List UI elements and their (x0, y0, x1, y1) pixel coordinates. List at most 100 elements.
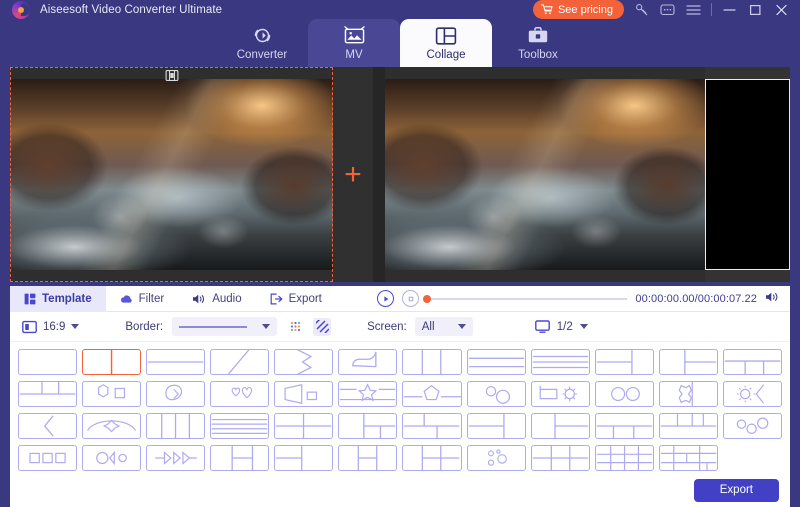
minimize-icon[interactable] (721, 1, 738, 18)
plus-icon[interactable]: + (344, 159, 362, 190)
border-pattern-button[interactable] (286, 318, 304, 336)
aspect-ratio-value: 16:9 (43, 320, 66, 333)
panel-tab-template[interactable]: Template (10, 285, 106, 312)
chevron-down-icon[interactable] (579, 324, 588, 329)
close-icon[interactable] (773, 1, 790, 18)
template-leaf-shape[interactable] (146, 381, 206, 407)
border-stripe-button[interactable] (313, 317, 332, 336)
tab-toolbox[interactable]: Toolbox (492, 19, 584, 67)
template-trapezoid-square[interactable] (274, 381, 334, 407)
cart-icon (540, 4, 553, 15)
stop-button[interactable] (402, 290, 420, 307)
collage-preview: + (10, 67, 790, 282)
panel-tab-filter[interactable]: Filter (106, 286, 179, 312)
template-grid (10, 342, 790, 471)
preview-cell-add[interactable]: + (333, 67, 373, 282)
tab-mv-label: MV (345, 49, 363, 61)
tab-mv[interactable]: MV (308, 19, 400, 67)
template-mixed-grid[interactable] (658, 445, 718, 471)
player-controls: 00:00:00.00/00:00:07.22 (377, 290, 790, 307)
template-left-big-right-stack[interactable] (594, 349, 654, 375)
template-two-hearts[interactable] (210, 381, 270, 407)
template-star-band[interactable] (338, 381, 398, 407)
panel-tab-audio[interactable]: Audio (178, 286, 255, 312)
template-triple-arrow[interactable] (146, 445, 206, 471)
see-pricing-button[interactable]: See pricing (532, 0, 624, 19)
template-top-three-split[interactable] (658, 413, 718, 439)
preview-cell-1[interactable] (10, 67, 333, 282)
template-diagonal-split[interactable] (210, 349, 270, 375)
volume-icon (766, 292, 778, 302)
monitor-icon (534, 320, 550, 333)
template-hexagon-square[interactable] (82, 381, 142, 407)
template-left-half-right-quad[interactable] (338, 413, 398, 439)
template-bottom-split-three[interactable] (722, 349, 782, 375)
tab-collage[interactable]: Collage (400, 19, 492, 67)
template-bowl-diamond[interactable] (82, 413, 142, 439)
feedback-icon[interactable] (659, 1, 676, 18)
maximize-icon[interactable] (747, 1, 764, 18)
chevron-down-icon[interactable] (71, 324, 80, 329)
template-four-row[interactable] (530, 349, 590, 375)
template-two-column[interactable] (82, 349, 142, 375)
key-icon[interactable] (633, 1, 650, 18)
timeline-track[interactable] (423, 294, 628, 303)
template-six-grid-right-pane[interactable] (338, 445, 398, 471)
panel-tab-filter-label: Filter (138, 292, 165, 305)
template-three-row[interactable] (466, 349, 526, 375)
border-style-dropdown[interactable] (172, 317, 278, 336)
panel-tab-export-label: Export (288, 292, 322, 305)
film-clip-icon[interactable] (165, 70, 178, 84)
page-control[interactable]: 1/2 (534, 320, 588, 333)
chevron-down-icon[interactable] (457, 324, 466, 329)
tab-toolbox-label: Toolbox (518, 49, 558, 61)
template-arrow-left[interactable] (18, 413, 78, 439)
template-quad-grid[interactable] (274, 413, 334, 439)
preview-cell-2[interactable] (385, 67, 705, 282)
chevron-down-icon[interactable] (262, 324, 271, 329)
template-top-left-t-split[interactable] (402, 413, 462, 439)
hamburger-menu-icon[interactable] (685, 1, 702, 18)
tab-converter[interactable]: Converter (216, 19, 308, 67)
template-two-circles[interactable] (594, 381, 654, 407)
template-six-grid-even[interactable] (530, 445, 590, 471)
template-nine-grid[interactable] (594, 445, 654, 471)
play-button[interactable] (377, 290, 395, 307)
export-button[interactable]: Export (693, 478, 779, 502)
template-four-column[interactable] (146, 413, 206, 439)
template-rounded-shape[interactable] (338, 349, 398, 375)
template-six-cell-grid[interactable] (402, 445, 462, 471)
template-two-row-right-pane[interactable] (466, 413, 526, 439)
screen-dropdown[interactable]: All (414, 317, 473, 336)
template-three-circles[interactable] (722, 413, 782, 439)
template-left-pane-right-stack[interactable] (658, 349, 718, 375)
template-pentagon-center[interactable] (402, 381, 462, 407)
template-left-split-right-pair[interactable] (210, 445, 270, 471)
preview-cell-3[interactable] (705, 67, 790, 282)
template-single-pane[interactable] (18, 349, 78, 375)
template-three-boxes[interactable] (18, 445, 78, 471)
volume-button[interactable] (765, 291, 780, 306)
template-circle-wedge-dot[interactable] (82, 445, 142, 471)
template-puzzle-piece[interactable] (658, 381, 718, 407)
template-top-split-three[interactable] (18, 381, 78, 407)
panel-tab-export[interactable]: Export (256, 286, 336, 312)
template-bottom-three-split[interactable] (594, 413, 654, 439)
timeline-playhead[interactable] (423, 294, 432, 303)
template-gear-arrow[interactable] (722, 381, 782, 407)
page-value: 1/2 (556, 320, 573, 333)
aspect-ratio-control[interactable]: 16:9 (22, 320, 80, 334)
application-window: Aiseesoft Video Converter Ultimate See p… (0, 0, 800, 507)
preview-media-2 (385, 79, 705, 270)
template-flag-gear[interactable] (530, 381, 590, 407)
template-circles-duo[interactable] (466, 381, 526, 407)
template-arrow-notch[interactable] (274, 349, 334, 375)
template-bubbles-scatter[interactable] (466, 445, 526, 471)
template-top-bottom-split[interactable] (146, 349, 206, 375)
toolbar-divider (711, 3, 712, 16)
template-left-pane-right-split[interactable] (530, 413, 590, 439)
template-right-split-column[interactable] (274, 445, 334, 471)
template-three-column[interactable] (402, 349, 462, 375)
template-five-row[interactable] (210, 413, 270, 439)
app-title: Aiseesoft Video Converter Ultimate (40, 3, 223, 16)
